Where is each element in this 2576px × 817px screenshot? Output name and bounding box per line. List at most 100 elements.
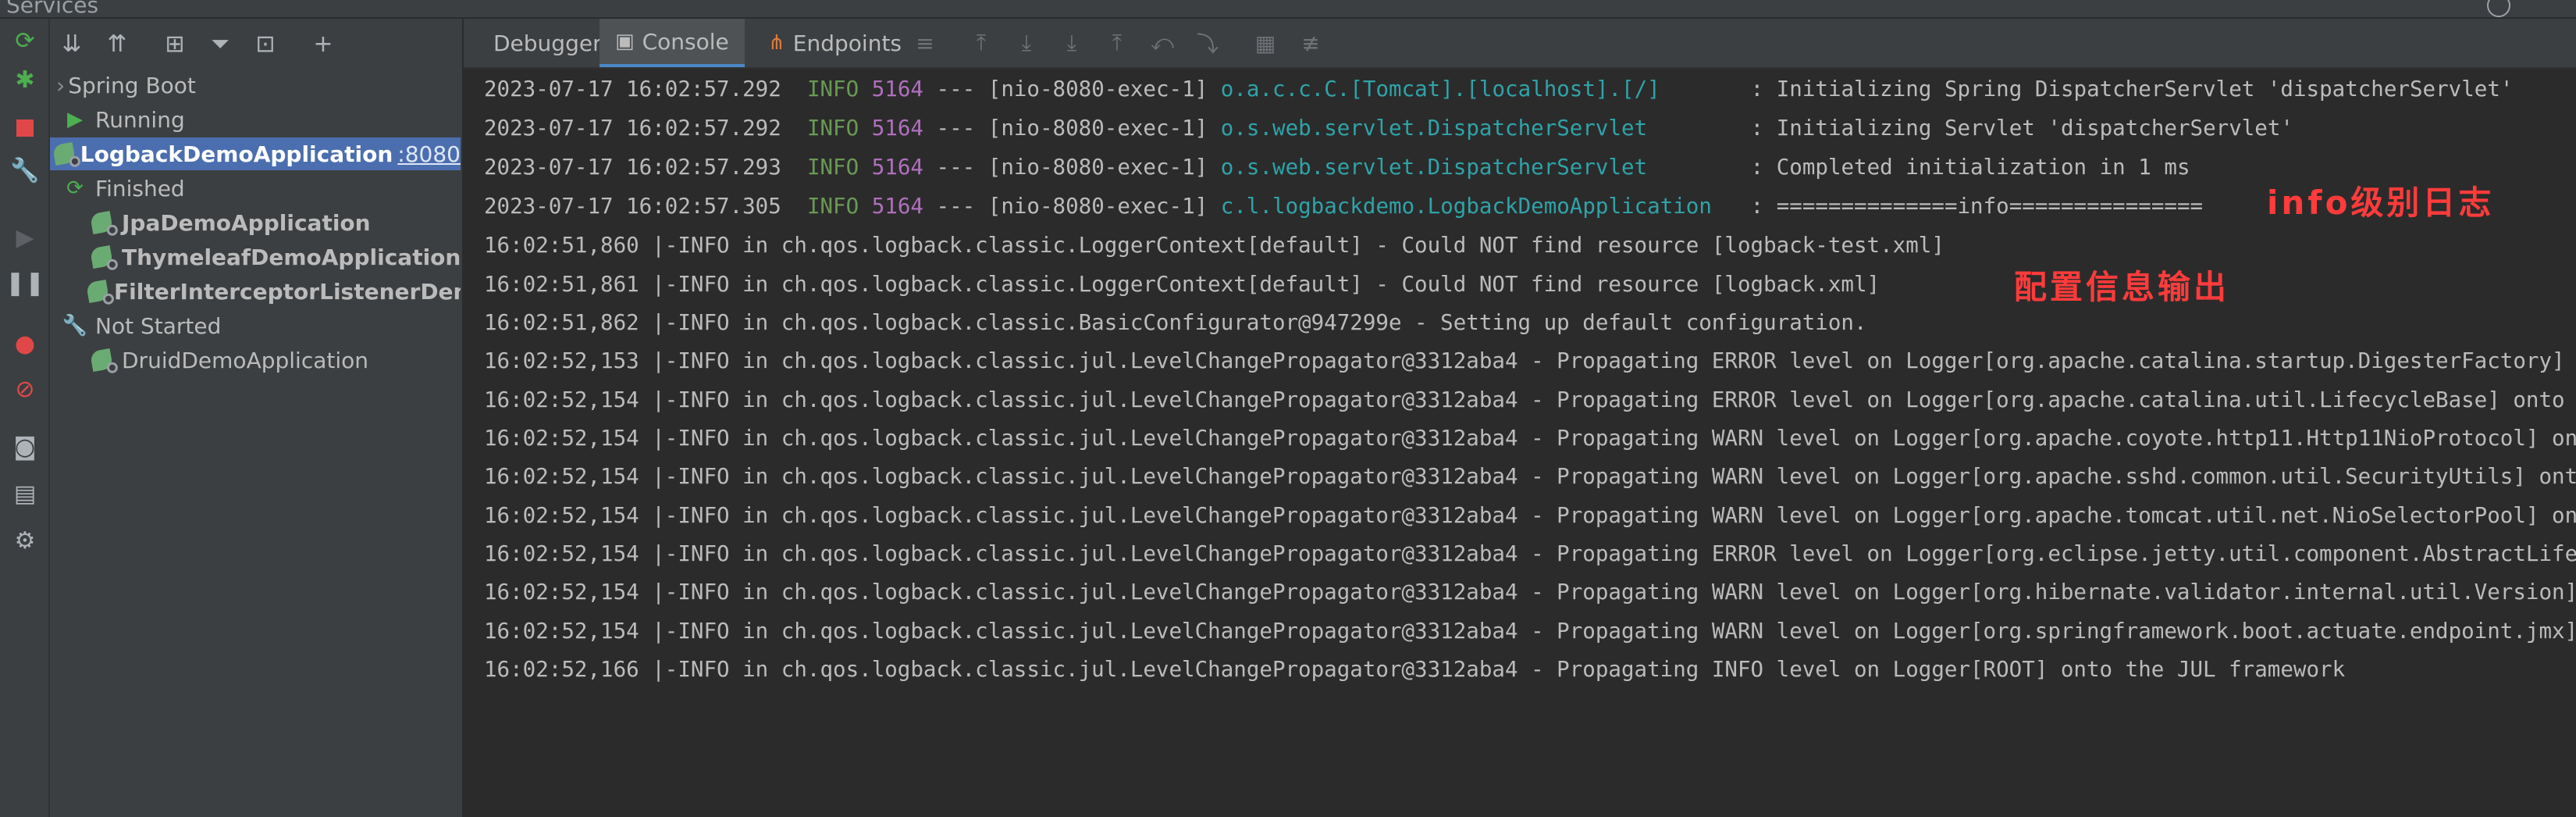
collapse-all-icon[interactable]: ⇈ [101,28,133,59]
wrench-icon: 🔧 [62,314,88,337]
stop-icon[interactable] [11,114,39,142]
group-icon[interactable]: ⊞ [159,28,190,59]
log-level: INFO [806,194,859,219]
new-tab-icon[interactable]: ⊡ [250,28,281,59]
log-pid: 5164 [871,116,923,141]
step-over-icon[interactable]: ⤓ [1013,30,1040,56]
tab-endpoints[interactable]: ⋔ Endpoints [760,19,909,67]
filter-icon[interactable]: ⏷ [205,28,236,59]
log-line: 2023-07-17 16:02:57.305 INFO 5164 --- [n… [484,191,2203,222]
log-logger[interactable]: o.s.web.servlet.DispatcherServlet [1221,116,1738,141]
step-into-icon[interactable]: ⤓ [1059,30,1085,56]
tree-node-label: Not Started [95,312,222,339]
layout-icon[interactable]: ▤ [11,480,39,508]
log-thread: --- [nio-8080-exec-1] [936,116,1208,141]
tab-label: Endpoints [792,30,902,56]
port-link[interactable]: :8080 [397,141,461,167]
log-message: : Initializing Spring DispatcherServlet … [1738,77,2514,102]
tree-node-label: LogbackDemoApplication [80,141,393,167]
log-thread: --- [nio-8080-exec-1] [936,77,1208,102]
log-level: INFO [806,116,859,141]
tab-label: Debugger [493,30,602,56]
rerun-icon[interactable]: ⟳ [11,27,39,55]
camera-icon[interactable]: ◙ [11,433,39,461]
log-line: 16:02:52,166 |-INFO in ch.qos.logback.cl… [484,657,2346,682]
log-line: 2023-07-17 16:02:57.293 INFO 5164 --- [n… [484,152,2190,183]
tree-node-label: JpaDemoApplication [122,209,371,236]
spring-boot-app-icon [87,346,116,374]
log-line: 16:02:52,154 |-INFO in ch.qos.logback.cl… [484,619,2576,644]
resume-icon[interactable]: ▶ [11,223,39,252]
log-line: 16:02:52,154 |-INFO in ch.qos.logback.cl… [484,503,2576,528]
tree-node-druiddemoapplication[interactable]: DruidDemoApplication [87,344,368,376]
endpoints-icon: ⋔ [768,31,785,55]
show-execution-point-icon[interactable]: ⤒ [968,30,994,56]
tree-node-label: Spring Boot [68,72,196,98]
spring-boot-app-icon [87,243,116,271]
help-icon[interactable] [2487,0,2510,17]
tab-debugger[interactable]: Debugger [486,19,610,67]
window-title: Services [6,0,99,18]
tree-toolbar: ⇊ ⇈ ⊞ ⏷ ⊡ + [50,19,462,67]
log-pid: 5164 [871,77,923,102]
run-icon: ▶ [67,108,83,131]
spring-boot-app-icon [87,277,110,305]
log-pid: 5164 [871,155,923,180]
log-timestamp: 2023-07-17 16:02:57.293 [484,155,781,180]
tree-node-label: FilterInterceptorListenerDemoA [114,278,461,305]
spring-boot-app-icon [52,140,76,168]
log-logger[interactable]: o.s.web.servlet.DispatcherServlet [1221,155,1738,180]
drop-frame-icon[interactable]: ⤺ [1149,30,1176,56]
debug-icon[interactable]: ✱ [11,66,39,94]
console-output[interactable]: 2023-07-17 16:02:57.292 INFO 5164 --- [n… [464,69,2576,817]
tree-node-jpademoapplication[interactable]: JpaDemoApplication [87,206,371,239]
tree-node-thymeleafdemoapplication[interactable]: ThymeleafDemoApplication [87,241,461,273]
pause-icon[interactable]: ❚❚ [5,269,44,297]
log-logger[interactable]: c.l.logbackdemo.LogbackDemoApplication [1221,194,1738,219]
log-message: : ==============info=============== [1738,194,2204,219]
log-line: 2023-07-17 16:02:57.292 INFO 5164 --- [n… [484,112,2293,144]
tree-node-finished[interactable]: ⟳ Finished [61,172,185,205]
tree-node-spring-boot[interactable]: › Spring Boot [56,69,196,102]
annotation-config-output: 配置信息输出 [2014,268,2230,306]
rerun-icon: ⟳ [66,177,84,200]
services-action-toolbar: ⟳ ✱ 🔧 ▶ ❚❚ ● ⊘ ◙ ▤ ⚙ [0,19,50,817]
log-thread: --- [nio-8080-exec-1] [936,194,1208,219]
log-line: 16:02:52,154 |-INFO in ch.qos.logback.cl… [484,580,2576,605]
tab-console[interactable]: ▣ Console [600,19,745,67]
evaluate-icon[interactable]: ▦ [1252,30,1279,56]
log-message: : Completed initialization in 1 ms [1738,155,2190,180]
tree-node-not-started[interactable]: 🔧 Not Started [61,309,222,342]
log-pid: 5164 [871,194,923,219]
services-tree-panel: ⇊ ⇈ ⊞ ⏷ ⊡ + › Spring Boot ▶ Running Logb… [50,19,464,817]
tree-node-label: Finished [95,175,185,202]
expand-all-icon[interactable]: ⇊ [56,28,87,59]
log-line: 16:02:51,862 |-INFO in ch.qos.logback.cl… [484,310,1867,335]
add-icon[interactable]: + [308,28,339,59]
annotation-info-level: info级别日志 [2267,184,2495,222]
log-message: : Initializing Servlet 'dispatcherServle… [1738,116,2293,141]
log-logger[interactable]: o.a.c.c.C.[Tomcat].[localhost].[/] [1221,77,1738,102]
console-tabs-bar: Debugger ▣ Console ⋔ Endpoints ≡ ⤒ ⤓ ⤓ ⤒… [464,19,2576,69]
settings-icon[interactable]: ⚙ [11,526,39,555]
window-title-bar: Services [0,0,2576,19]
console-icon: ▣ [615,30,635,53]
breakpoints-icon[interactable]: ● [11,330,39,358]
menu-icon[interactable]: ≡ [912,30,938,56]
wrench-icon[interactable]: 🔧 [10,156,39,184]
tree-node-logbackdemoapplication[interactable]: LogbackDemoApplication :8080 [50,137,461,170]
tree-node-label: DruidDemoApplication [122,347,369,373]
tree-node-filterinterceptorlistenerdemo[interactable]: FilterInterceptorListenerDemoA [87,275,461,308]
tree-node-label: ThymeleafDemoApplication [122,244,461,270]
run-to-cursor-icon[interactable]: ⤵ [1194,30,1221,57]
log-thread: --- [nio-8080-exec-1] [936,155,1208,180]
log-line: 16:02:51,861 |-INFO in ch.qos.logback.cl… [484,272,1880,297]
log-level: INFO [806,77,859,102]
trace-icon[interactable]: ≢ [1297,30,1324,56]
log-line: 16:02:52,154 |-INFO in ch.qos.logback.cl… [484,426,2576,451]
tree-node-running[interactable]: ▶ Running [61,103,185,136]
mute-breakpoints-icon[interactable]: ⊘ [11,375,39,403]
spring-boot-app-icon [87,209,116,237]
step-out-icon[interactable]: ⤒ [1104,30,1130,56]
log-line: 16:02:52,153 |-INFO in ch.qos.logback.cl… [484,348,2565,373]
